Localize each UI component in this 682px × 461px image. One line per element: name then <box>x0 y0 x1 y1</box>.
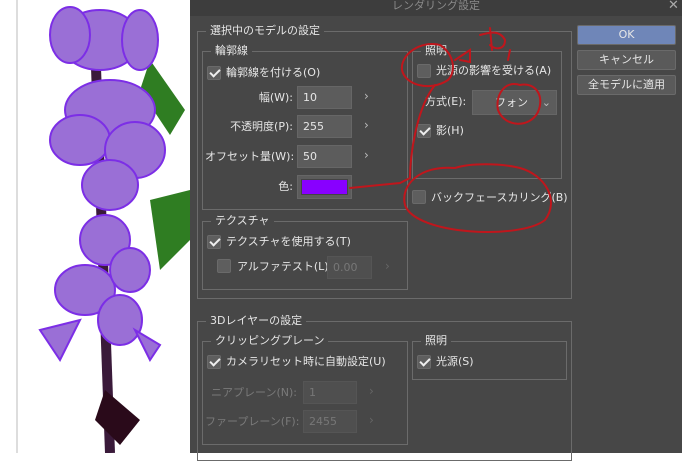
lighting-title: 照明 <box>421 44 451 58</box>
chevron-right-icon[interactable]: › <box>364 148 369 162</box>
apply-all-models-button[interactable]: 全モデルに適用 <box>577 75 676 95</box>
width-input[interactable]: 10 <box>297 86 352 109</box>
light-source-checkbox[interactable] <box>417 355 431 369</box>
near-plane-label: ニアプレーン(N): <box>211 386 297 399</box>
outline-enable-checkbox[interactable] <box>207 66 221 80</box>
far-plane-label: ファープレーン(F): <box>205 415 300 428</box>
outline-enable-label: 輪郭線を付ける(O) <box>226 66 321 79</box>
dialog-title: レンダリング設定 <box>190 0 682 16</box>
width-label: 幅(W): <box>258 91 293 104</box>
texture-group: テクスチャ <box>202 214 408 290</box>
affect-light-label: 光源の影響を受ける(A) <box>436 64 552 77</box>
flower-model-image <box>16 0 190 454</box>
chevron-down-icon: ⌄ <box>541 96 551 109</box>
layer-settings-title: 3Dレイヤーの設定 <box>206 314 307 328</box>
offset-input[interactable]: 50 <box>297 145 352 168</box>
color-label: 色: <box>278 180 293 193</box>
auto-set-checkbox[interactable] <box>207 355 221 369</box>
use-texture-label: テクスチャを使用する(T) <box>226 235 351 248</box>
chevron-right-icon[interactable]: › <box>385 259 390 273</box>
auto-set-label: カメラリセット時に自動設定(U) <box>226 355 386 368</box>
clipping-title: クリッピングプレーン <box>211 334 329 348</box>
shadow-label: 影(H) <box>436 124 464 137</box>
use-texture-checkbox[interactable] <box>207 235 221 249</box>
chevron-right-icon[interactable]: › <box>364 89 369 103</box>
texture-title: テクスチャ <box>211 214 274 228</box>
ok-button[interactable]: OK <box>577 25 676 45</box>
layer-lighting-title: 照明 <box>421 334 451 348</box>
method-label: 方式(E): <box>425 95 467 108</box>
affect-light-checkbox[interactable] <box>417 64 431 78</box>
far-plane-input[interactable]: 2455 <box>303 410 357 433</box>
shadow-checkbox[interactable] <box>417 124 431 138</box>
close-icon[interactable]: ✕ <box>668 0 679 13</box>
alpha-test-label: アルファテスト(L) <box>237 260 329 273</box>
near-plane-input[interactable]: 1 <box>303 381 357 404</box>
3d-canvas-preview[interactable] <box>0 0 190 454</box>
light-source-label: 光源(S) <box>436 355 474 368</box>
method-select[interactable]: フォン ⌄ <box>472 90 557 115</box>
alpha-test-input[interactable]: 0.00 <box>327 256 372 279</box>
color-swatch-button[interactable] <box>297 175 352 199</box>
chevron-right-icon[interactable]: › <box>369 384 374 398</box>
alpha-test-checkbox[interactable] <box>217 259 231 273</box>
backface-culling-label: バックフェースカリング(B) <box>431 191 568 204</box>
model-settings-title: 選択中のモデルの設定 <box>206 24 324 38</box>
method-value: フォン <box>495 96 528 109</box>
chevron-right-icon[interactable]: › <box>369 413 374 427</box>
opacity-label: 不透明度(P): <box>230 120 293 133</box>
chevron-right-icon[interactable]: › <box>364 118 369 132</box>
opacity-input[interactable]: 255 <box>297 115 352 138</box>
cancel-button[interactable]: キャンセル <box>577 50 676 70</box>
offset-label: オフセット量(W): <box>205 150 295 163</box>
outline-title: 輪郭線 <box>211 44 252 58</box>
backface-culling-checkbox[interactable] <box>412 190 426 204</box>
